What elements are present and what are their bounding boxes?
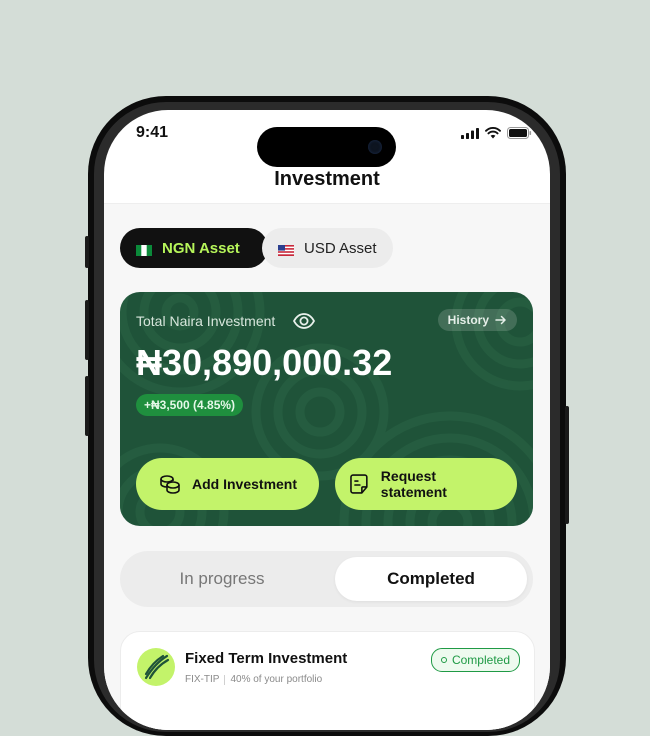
phone-screen: 9:41 Investment NGN Asset USD Asset Tota… [104, 110, 550, 730]
dynamic-island [257, 127, 396, 167]
investment-leaf-icon [137, 648, 175, 686]
power-button [565, 406, 569, 524]
segment-completed[interactable]: Completed [335, 557, 527, 601]
tab-usd-asset-label: USD Asset [304, 239, 377, 257]
status-segmented-control: In progress Completed [120, 551, 533, 607]
balance-label: Total Naira Investment [136, 313, 276, 329]
status-badge: Completed [430, 648, 520, 672]
nigeria-flag-icon [136, 243, 152, 256]
balance-change-badge: +₦3,500 (4.85%) [136, 394, 244, 416]
add-investment-label: Add Investment [192, 476, 298, 492]
arrow-right-icon [495, 315, 506, 325]
investment-card[interactable]: Fixed Term Investment FIX-TIP 40% of you… [120, 631, 535, 730]
us-flag-icon [278, 243, 294, 256]
status-dot-icon [440, 657, 447, 663]
tab-ngn-asset-label: NGN Asset [162, 239, 240, 257]
front-camera-icon [368, 140, 382, 154]
segment-in-progress[interactable]: In progress [126, 557, 318, 601]
request-statement-label: Request statement [380, 468, 447, 500]
silent-switch [85, 236, 89, 268]
history-label: History [447, 313, 489, 327]
main-content: NGN Asset USD Asset Total Naira Investme… [104, 204, 550, 730]
request-statement-button[interactable]: Request statement [335, 458, 517, 510]
signal-icon [461, 127, 479, 139]
investment-meta: FIX-TIP 40% of your portfolio [185, 674, 322, 685]
meta-divider [224, 674, 226, 685]
document-icon [350, 474, 368, 494]
battery-icon [507, 127, 532, 139]
coins-icon [160, 475, 180, 494]
volume-down-button [85, 376, 89, 436]
status-time: 9:41 [136, 124, 169, 141]
wifi-icon [485, 127, 501, 139]
tab-usd-asset[interactable]: USD Asset [262, 228, 393, 268]
investment-title: Fixed Term Investment [185, 650, 348, 667]
eye-icon[interactable] [292, 309, 316, 338]
balance-card: Total Naira Investment History ₦30,890,0… [120, 292, 533, 526]
tab-ngn-asset[interactable]: NGN Asset [120, 228, 268, 268]
investment-portfolio-share: 40% of your portfolio [230, 674, 323, 685]
status-icons [461, 127, 532, 139]
balance-amount: ₦30,890,000.32 [136, 342, 393, 383]
status-badge-label: Completed [451, 653, 510, 667]
volume-up-button [85, 300, 89, 360]
add-investment-button[interactable]: Add Investment [136, 458, 319, 510]
page-title: Investment [274, 168, 380, 190]
investment-code: FIX-TIP [185, 674, 220, 685]
history-button[interactable]: History [437, 309, 517, 331]
